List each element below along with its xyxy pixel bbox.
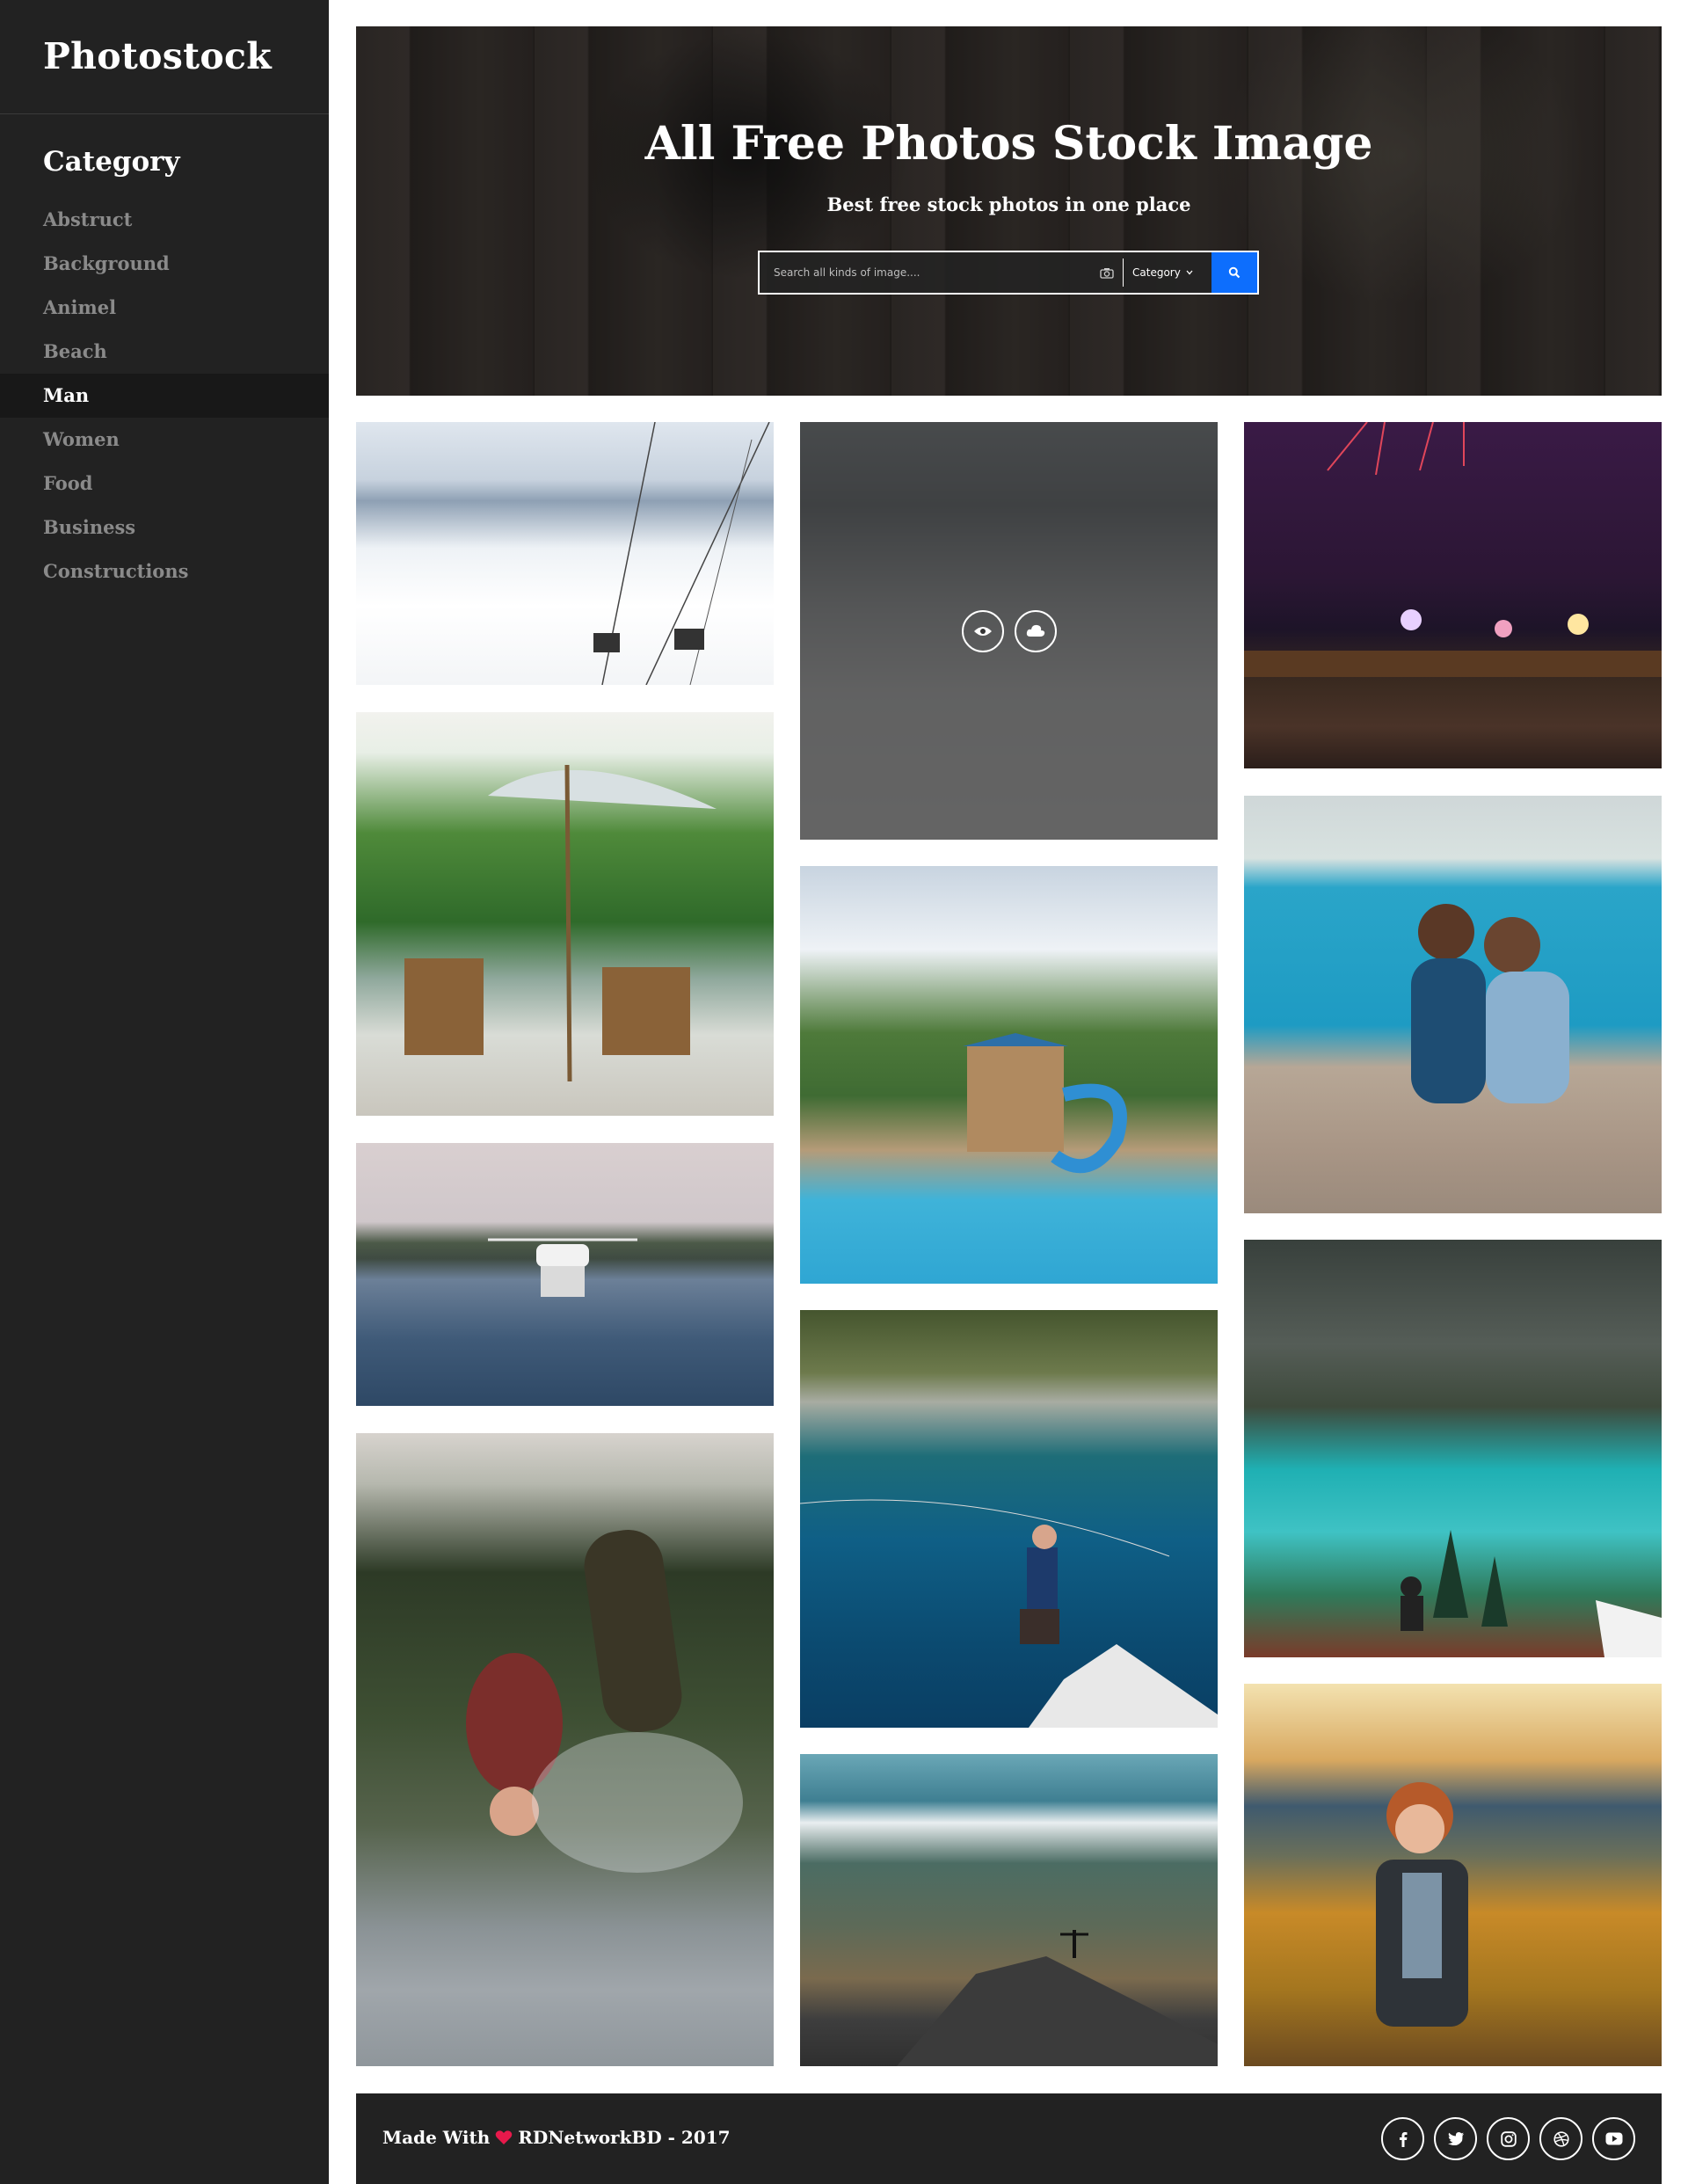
social-links bbox=[1381, 2117, 1635, 2160]
eye-icon bbox=[973, 626, 992, 636]
category-select[interactable]: Category bbox=[1124, 252, 1211, 293]
category-item-man[interactable]: Man bbox=[0, 374, 329, 418]
view-button[interactable] bbox=[961, 609, 1004, 652]
hero-banner: All Free Photos Stock Image Best free st… bbox=[356, 26, 1662, 396]
photo-water-park-pool[interactable] bbox=[800, 866, 1218, 1284]
instagram-icon bbox=[1500, 2130, 1517, 2147]
category-select-label: Category bbox=[1132, 266, 1181, 279]
search-button[interactable] bbox=[1211, 252, 1257, 293]
twitter-icon bbox=[1447, 2132, 1464, 2145]
hero-subtitle: Best free stock photos in one place bbox=[826, 193, 1191, 215]
footer-made-with: Made With bbox=[382, 2127, 491, 2148]
category-item-background[interactable]: Background bbox=[0, 242, 329, 286]
chevron-down-icon bbox=[1186, 270, 1193, 275]
category-list: Abstruct Background Animel Beach Man Wom… bbox=[0, 198, 329, 593]
hero-title: All Free Photos Stock Image bbox=[644, 117, 1373, 171]
photo-drone-over-lake[interactable] bbox=[356, 1143, 774, 1406]
photo-fireworks-city-night[interactable] bbox=[1244, 422, 1662, 768]
facebook-button[interactable] bbox=[1381, 2117, 1424, 2160]
search-icon bbox=[1228, 266, 1241, 279]
photo-hover-overlay bbox=[800, 422, 1218, 840]
photo-snowy-mountains-ski-lift[interactable] bbox=[356, 422, 774, 685]
facebook-icon bbox=[1399, 2131, 1407, 2147]
photo-couple-on-rocks-sea[interactable] bbox=[1244, 796, 1662, 1213]
photo-turquoise-mountain-lake[interactable] bbox=[1244, 1240, 1662, 1657]
photo-beach-umbrellas-lounge-chairs[interactable] bbox=[356, 712, 774, 1116]
category-item-business[interactable]: Business bbox=[0, 506, 329, 550]
photo-skier-mountain[interactable] bbox=[800, 422, 1218, 840]
search-bar: Category bbox=[758, 251, 1259, 295]
sidebar: Photostock Category Abstruct Background … bbox=[0, 0, 329, 2184]
twitter-button[interactable] bbox=[1434, 2117, 1477, 2160]
photo-fly-fishing-lake[interactable] bbox=[800, 1310, 1218, 1728]
category-item-animel[interactable]: Animel bbox=[0, 286, 329, 330]
search-input[interactable] bbox=[760, 252, 1091, 293]
youtube-icon bbox=[1605, 2132, 1622, 2145]
cloud-download-icon bbox=[1026, 624, 1044, 637]
download-button[interactable] bbox=[1014, 609, 1057, 652]
camera-icon[interactable] bbox=[1091, 252, 1123, 293]
category-heading: Category bbox=[43, 146, 180, 178]
footer-credit: Made With RDNetworkBD - 2017 bbox=[382, 2127, 731, 2148]
dribbble-button[interactable] bbox=[1539, 2117, 1582, 2160]
category-item-women[interactable]: Women bbox=[0, 418, 329, 462]
site-logo[interactable]: Photostock bbox=[0, 0, 329, 114]
category-item-beach[interactable]: Beach bbox=[0, 330, 329, 374]
youtube-button[interactable] bbox=[1592, 2117, 1635, 2160]
instagram-button[interactable] bbox=[1487, 2117, 1530, 2160]
category-item-food[interactable]: Food bbox=[0, 462, 329, 506]
photo-wakeboarder-flip[interactable] bbox=[356, 1433, 774, 2066]
photo-woman-blowing-dandelion[interactable] bbox=[1244, 1684, 1662, 2066]
heart-icon bbox=[495, 2130, 513, 2144]
dribbble-icon bbox=[1553, 2130, 1569, 2147]
footer-author[interactable]: RDNetworkBD - 2017 bbox=[518, 2127, 730, 2148]
category-item-constructions[interactable]: Constructions bbox=[0, 550, 329, 593]
photo-hiker-mountain-valley[interactable] bbox=[800, 1754, 1218, 2066]
footer: Made With RDNetworkBD - 2017 bbox=[356, 2093, 1662, 2184]
category-item-abstruct[interactable]: Abstruct bbox=[0, 198, 329, 242]
